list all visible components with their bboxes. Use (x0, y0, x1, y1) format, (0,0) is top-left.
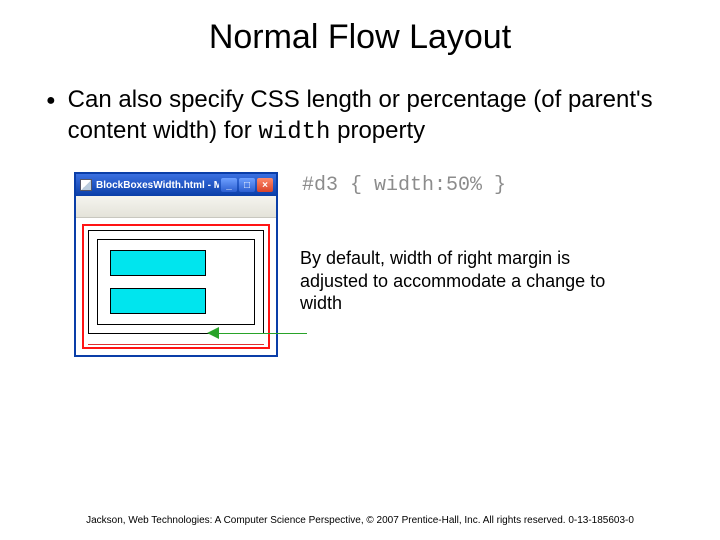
browser-window: BlockBoxesWidth.html - M... _ □ × (74, 172, 278, 357)
footer-citation: Jackson, Web Technologies: A Computer Sc… (0, 515, 720, 526)
block-d3 (110, 250, 206, 276)
bullet-text: Can also specify CSS length or percentag… (68, 85, 680, 148)
window-toolbar (76, 196, 276, 218)
bullet-dot: ● (46, 91, 56, 148)
window-titlebar: BlockBoxesWidth.html - M... _ □ × (76, 174, 276, 196)
slide-title: Normal Flow Layout (40, 18, 680, 57)
page-icon (80, 179, 92, 191)
window-client (76, 218, 276, 355)
window-title: BlockBoxesWidth.html - M... (96, 180, 219, 191)
maximize-button[interactable]: □ (239, 178, 255, 192)
bullet-item: ● Can also specify CSS length or percent… (46, 85, 680, 148)
annotation: By default, width of right margin is adj… (300, 247, 640, 315)
bullet-code: width (258, 119, 330, 146)
box-inner-2 (97, 239, 255, 325)
baseline-divider (88, 344, 264, 345)
bullet-post: property (330, 117, 425, 144)
block-sibling (110, 288, 206, 314)
box-outer (82, 224, 270, 349)
code-snippet: #d3 { width:50% } (302, 174, 640, 197)
box-inner-1 (88, 230, 264, 334)
minimize-button[interactable]: _ (221, 178, 237, 192)
close-button[interactable]: × (257, 178, 273, 192)
